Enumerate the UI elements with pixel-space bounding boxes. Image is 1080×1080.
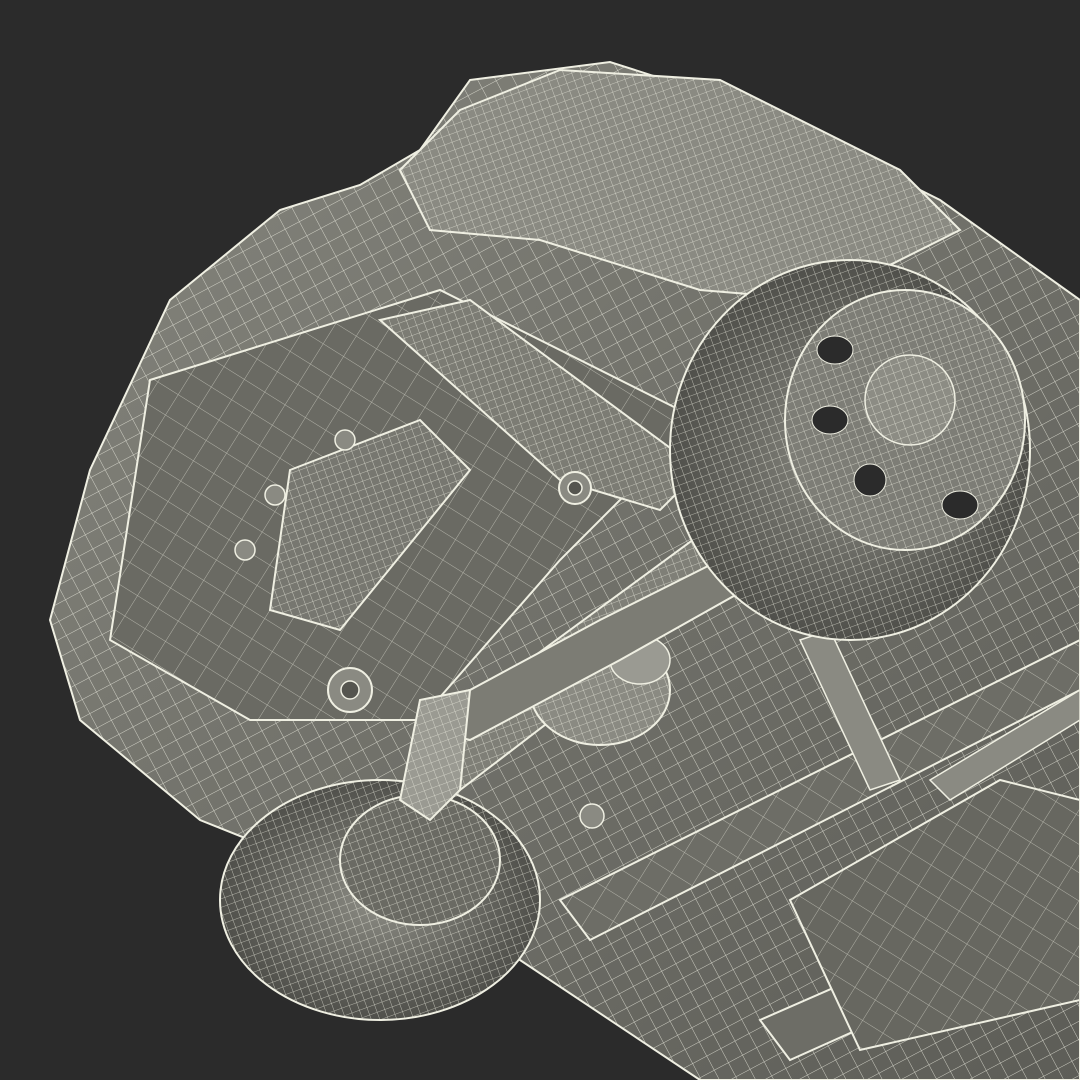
wheel-rear-left (219, 779, 541, 1021)
render-canvas (0, 0, 1080, 1080)
bolt-fitting (558, 471, 592, 505)
wheel-rear-right (669, 259, 1031, 641)
wheel-hub (864, 354, 956, 446)
car-underside-render (0, 0, 1080, 1080)
bolt-fitting (327, 667, 373, 713)
bolt-fitting (579, 803, 605, 829)
